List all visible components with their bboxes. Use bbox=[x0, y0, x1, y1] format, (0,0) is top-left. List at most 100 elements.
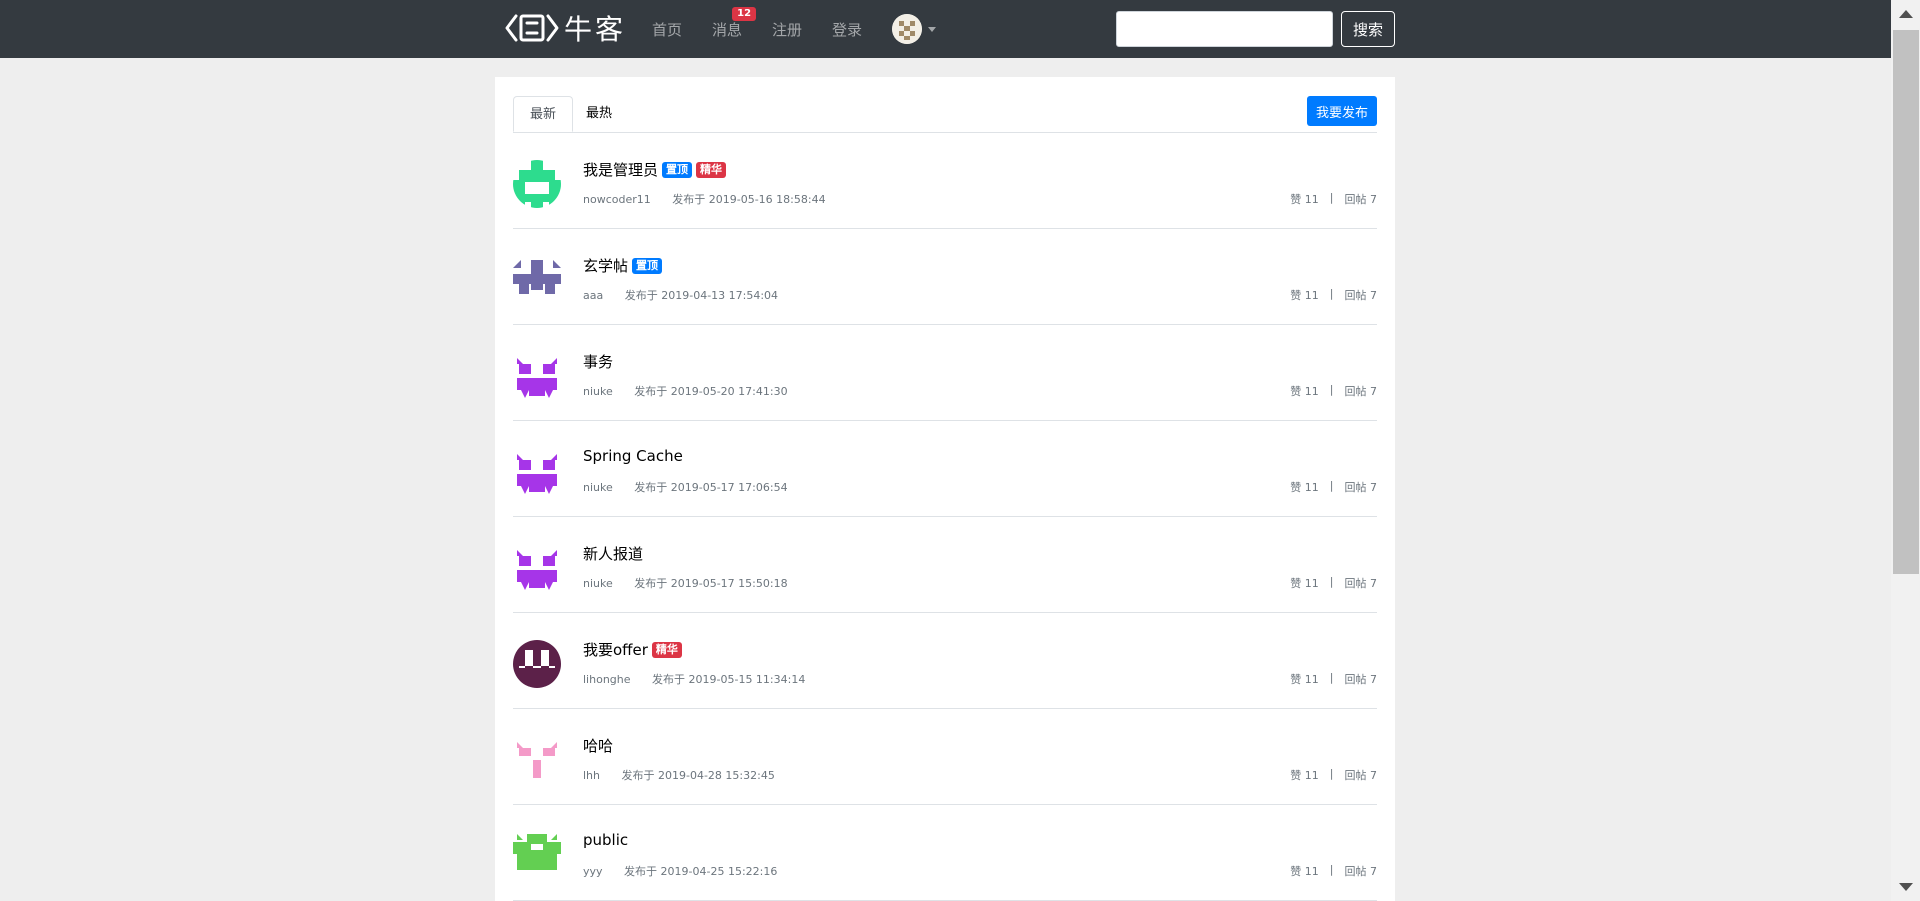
identicon-purple-icon[interactable] bbox=[513, 544, 561, 592]
nav-link-messages[interactable]: 消息 12 bbox=[712, 6, 757, 40]
reply-count: 回帖 7 bbox=[1344, 865, 1378, 878]
stats-divider: | bbox=[1329, 287, 1334, 300]
list-item: Spring Cache niuke 发布于 2019-05-17 17:06:… bbox=[513, 421, 1377, 517]
identicon-lime-icon[interactable] bbox=[513, 832, 561, 880]
post-date: 发布于 2019-04-28 15:32:45 bbox=[621, 769, 775, 782]
stats-divider: | bbox=[1329, 671, 1334, 684]
post-stats: 赞 11 | 回帖 7 bbox=[1290, 479, 1377, 495]
like-count: 赞 11 bbox=[1290, 385, 1319, 398]
list-item: 我要offer 精华 lihonghe 发布于 2019-05-15 11:34… bbox=[513, 613, 1377, 709]
post-title[interactable]: 玄学帖 bbox=[583, 255, 628, 276]
post-author: yyy bbox=[583, 865, 603, 878]
identicon-purple-icon[interactable] bbox=[513, 352, 561, 400]
post-date: 发布于 2019-05-20 17:41:30 bbox=[634, 385, 788, 398]
nav-link-login[interactable]: 登录 bbox=[832, 19, 862, 40]
identicon-purple-icon[interactable] bbox=[513, 448, 561, 496]
tag-featured: 精华 bbox=[651, 641, 682, 658]
post-title[interactable]: public bbox=[583, 831, 628, 849]
reply-count: 回帖 7 bbox=[1344, 289, 1378, 302]
post-author: nowcoder11 bbox=[583, 193, 651, 206]
list-item: 哈哈 lhh 发布于 2019-04-28 15:32:45 赞 11 | 回帖… bbox=[513, 709, 1377, 805]
user-menu-toggle[interactable] bbox=[892, 14, 937, 44]
tab-hottest[interactable]: 最热 bbox=[570, 96, 628, 131]
like-count: 赞 11 bbox=[1290, 865, 1319, 878]
post-meta: niuke 发布于 2019-05-17 15:50:18 bbox=[583, 575, 788, 591]
post-title-row: Spring Cache bbox=[583, 447, 683, 465]
post-stats: 赞 11 | 回帖 7 bbox=[1290, 863, 1377, 879]
tag-pinned: 置顶 bbox=[632, 257, 663, 274]
post-title-row: public bbox=[583, 831, 628, 849]
post-title[interactable]: Spring Cache bbox=[583, 447, 683, 465]
identicon-pink-icon[interactable] bbox=[513, 736, 561, 784]
list-item: public yyy 发布于 2019-04-25 15:22:16 赞 11 … bbox=[513, 805, 1377, 901]
identicon-maroon-icon[interactable] bbox=[513, 640, 561, 688]
like-count: 赞 11 bbox=[1290, 481, 1319, 494]
scrollbar-thumb[interactable] bbox=[1893, 30, 1919, 574]
reply-count: 回帖 7 bbox=[1344, 769, 1378, 782]
tab-latest[interactable]: 最新 bbox=[513, 96, 574, 132]
tag-pinned: 置顶 bbox=[662, 161, 693, 178]
post-meta: nowcoder11 发布于 2019-05-16 18:58:44 bbox=[583, 191, 826, 207]
nav-links: 首页 消息 12 注册 登录 bbox=[652, 0, 937, 58]
tag-featured: 精华 bbox=[696, 161, 727, 178]
post-meta: lhh 发布于 2019-04-28 15:32:45 bbox=[583, 767, 775, 783]
logo[interactable]: 牛客 bbox=[504, 10, 626, 46]
chevron-down-icon bbox=[928, 26, 937, 32]
search-form: 搜索 bbox=[1116, 11, 1395, 47]
post-meta: lihonghe 发布于 2019-05-15 11:34:14 bbox=[583, 671, 805, 687]
reply-count: 回帖 7 bbox=[1344, 193, 1378, 206]
post-title-row: 事务 bbox=[583, 351, 613, 372]
nav-link-messages-label: 消息 bbox=[712, 20, 743, 39]
like-count: 赞 11 bbox=[1290, 577, 1319, 590]
identicon-slate-icon[interactable] bbox=[513, 256, 561, 304]
message-count-badge: 12 bbox=[732, 6, 757, 21]
reply-count: 回帖 7 bbox=[1344, 481, 1378, 494]
post-meta: niuke 发布于 2019-05-20 17:41:30 bbox=[583, 383, 788, 399]
post-tabs: 最新 最热 我要发布 bbox=[513, 96, 1377, 133]
post-meta: niuke 发布于 2019-05-17 17:06:54 bbox=[583, 479, 788, 495]
stats-divider: | bbox=[1329, 479, 1334, 492]
publish-button[interactable]: 我要发布 bbox=[1306, 96, 1377, 126]
post-title[interactable]: 我要offer bbox=[583, 639, 648, 660]
like-count: 赞 11 bbox=[1290, 289, 1319, 302]
post-title-row: 哈哈 bbox=[583, 735, 613, 756]
post-title[interactable]: 新人报道 bbox=[583, 543, 643, 564]
post-title[interactable]: 事务 bbox=[583, 351, 613, 372]
post-date: 发布于 2019-05-15 11:34:14 bbox=[652, 673, 806, 686]
post-list: 我是管理员 置顶 精华 nowcoder11 发布于 2019-05-16 18… bbox=[513, 133, 1377, 901]
post-author: niuke bbox=[583, 385, 613, 398]
list-item: 玄学帖 置顶 aaa 发布于 2019-04-13 17:54:04 赞 11 … bbox=[513, 229, 1377, 325]
search-button[interactable]: 搜索 bbox=[1341, 11, 1395, 47]
like-count: 赞 11 bbox=[1290, 193, 1319, 206]
post-title-row: 我要offer 精华 bbox=[583, 639, 682, 660]
list-item: 事务 niuke 发布于 2019-05-20 17:41:30 赞 11 | … bbox=[513, 325, 1377, 421]
list-item: 我是管理员 置顶 精华 nowcoder11 发布于 2019-05-16 18… bbox=[513, 133, 1377, 229]
post-author: lhh bbox=[583, 769, 600, 782]
post-stats: 赞 11 | 回帖 7 bbox=[1290, 287, 1377, 303]
page-scrollbar[interactable] bbox=[1891, 0, 1920, 901]
search-input[interactable] bbox=[1116, 11, 1333, 47]
post-title[interactable]: 哈哈 bbox=[583, 735, 613, 756]
like-count: 赞 11 bbox=[1290, 673, 1319, 686]
scroll-up-arrow-icon[interactable] bbox=[1899, 10, 1913, 18]
post-title-row: 新人报道 bbox=[583, 543, 643, 564]
stats-divider: | bbox=[1329, 383, 1334, 396]
user-avatar-icon bbox=[892, 14, 923, 44]
like-count: 赞 11 bbox=[1290, 769, 1319, 782]
nav-link-register[interactable]: 注册 bbox=[772, 19, 802, 40]
nav-link-home[interactable]: 首页 bbox=[652, 19, 682, 40]
logo-text: 牛客 bbox=[564, 13, 627, 46]
post-stats: 赞 11 | 回帖 7 bbox=[1290, 191, 1377, 207]
stats-divider: | bbox=[1329, 191, 1334, 204]
page: 牛客 首页 消息 12 注册 登录 搜索 最新 最热 我要发布 我是管理员 置顶… bbox=[0, 0, 1920, 901]
post-title[interactable]: 我是管理员 bbox=[583, 159, 658, 180]
post-meta: aaa 发布于 2019-04-13 17:54:04 bbox=[583, 287, 778, 303]
scroll-down-arrow-icon[interactable] bbox=[1899, 883, 1913, 891]
post-author: niuke bbox=[583, 577, 613, 590]
post-stats: 赞 11 | 回帖 7 bbox=[1290, 767, 1377, 783]
post-date: 发布于 2019-05-17 17:06:54 bbox=[634, 481, 788, 494]
post-author: lihonghe bbox=[583, 673, 631, 686]
post-stats: 赞 11 | 回帖 7 bbox=[1290, 671, 1377, 687]
list-item: 新人报道 niuke 发布于 2019-05-17 15:50:18 赞 11 … bbox=[513, 517, 1377, 613]
identicon-green-icon[interactable] bbox=[513, 160, 561, 208]
